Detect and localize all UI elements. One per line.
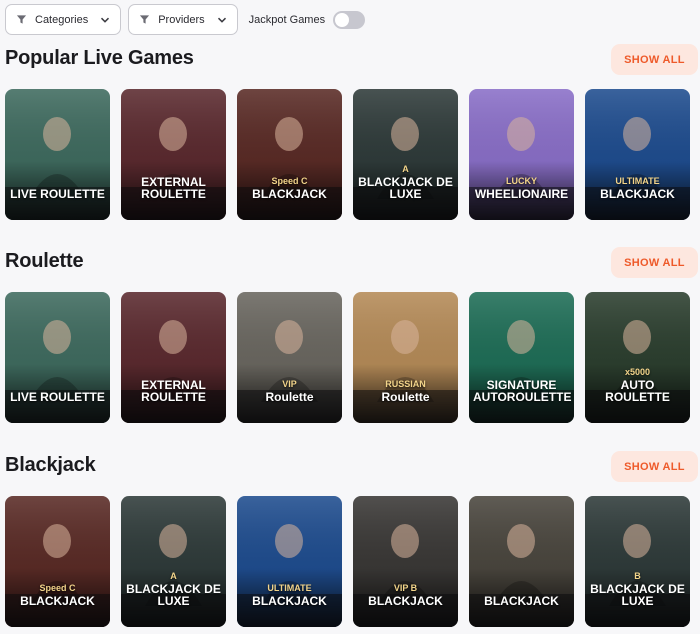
game-name: AUTO ROULETTE [605, 378, 670, 404]
game-title: ULTIMATE BLACKJACK [237, 582, 342, 607]
jackpot-label: Jackpot Games [248, 13, 326, 26]
providers-label: Providers [158, 13, 205, 26]
game-name: LIVE ROULETTE [10, 390, 105, 404]
categories-dropdown[interactable]: Categories [5, 4, 122, 35]
game-title: x5000 AUTO ROULETTE [585, 366, 690, 403]
game-subtitle: ULTIMATE [615, 176, 660, 186]
game-name: BLACKJACK [252, 594, 327, 608]
game-subtitle: VIP B [393, 583, 418, 593]
game-name: BLACKJACK DE LUXE [358, 175, 453, 201]
game-card[interactable]: A BLACKJACK DE LUXE [353, 89, 458, 220]
game-card[interactable]: VIP B BLACKJACK [353, 496, 458, 627]
game-card[interactable]: ULTIMATE BLACKJACK [237, 496, 342, 627]
game-subtitle: Speed C [271, 176, 308, 186]
game-name: BLACKJACK DE LUXE [126, 582, 221, 608]
game-title: ULTIMATE BLACKJACK [585, 175, 690, 200]
game-row: Speed C BLACKJACK A BLACKJACK DE LUXE ULTIMA… [5, 496, 690, 627]
game-name: EXTERNAL ROULETTE [141, 175, 206, 201]
game-row: LIVE ROULETTE EXTERNAL ROULETTE Speed C BLA… [5, 89, 690, 220]
jackpot-filter: Jackpot Games [248, 10, 366, 29]
game-title: EXTERNAL ROULETTE [121, 378, 226, 403]
show-all-button[interactable]: SHOW ALL [611, 247, 698, 278]
game-card[interactable]: x5000 AUTO ROULETTE [585, 292, 690, 423]
filter-icon [140, 15, 150, 24]
game-title: A BLACKJACK DE LUXE [353, 163, 458, 200]
game-subtitle: A [402, 164, 409, 174]
game-name: BLACKJACK [20, 594, 95, 608]
game-card[interactable]: VIP Roulette [237, 292, 342, 423]
game-name: WHEELIONAIRE [474, 187, 569, 201]
game-title: SIGNATURE AUTOROULETTE [469, 378, 574, 403]
game-subtitle: ULTIMATE [267, 583, 312, 593]
game-card[interactable]: LIVE ROULETTE [5, 89, 110, 220]
chevron-down-icon [101, 17, 110, 23]
game-subtitle: LUCKY [506, 176, 537, 186]
game-card[interactable]: ULTIMATE BLACKJACK [585, 89, 690, 220]
game-subtitle: Speed C [39, 583, 76, 593]
game-title: EXTERNAL ROULETTE [121, 175, 226, 200]
game-name: BLACKJACK [252, 187, 327, 201]
game-card[interactable]: LIVE ROULETTE [5, 292, 110, 423]
game-card[interactable]: B BLACKJACK DE LUXE [585, 496, 690, 627]
show-all-button[interactable]: SHOW ALL [611, 451, 698, 482]
game-card[interactable]: BLACKJACK [469, 496, 574, 627]
game-title: Speed C BLACKJACK [5, 582, 110, 607]
game-title: Speed C BLACKJACK [237, 175, 342, 200]
chevron-down-icon [217, 17, 226, 23]
game-name: BLACKJACK [484, 594, 559, 608]
show-all-button[interactable]: SHOW ALL [611, 44, 698, 75]
section-title: Blackjack [5, 454, 96, 476]
game-name: BLACKJACK [600, 187, 675, 201]
game-card[interactable]: LUCKY WHEELIONAIRE [469, 89, 574, 220]
game-card[interactable]: SIGNATURE AUTOROULETTE [469, 292, 574, 423]
game-card[interactable]: RUSSIAN Roulette [353, 292, 458, 423]
jackpot-toggle[interactable] [333, 10, 366, 29]
categories-label: Categories [35, 13, 89, 26]
section-title: Popular Live Games [5, 47, 194, 69]
game-subtitle: A [170, 571, 177, 581]
game-name: SIGNATURE AUTOROULETTE [473, 378, 572, 404]
game-card[interactable]: EXTERNAL ROULETTE [121, 292, 226, 423]
game-title: VIP Roulette [237, 378, 342, 403]
game-card[interactable]: EXTERNAL ROULETTE [121, 89, 226, 220]
providers-dropdown[interactable]: Providers [128, 4, 238, 35]
game-card[interactable]: Speed C BLACKJACK [237, 89, 342, 220]
game-title: B BLACKJACK DE LUXE [585, 570, 690, 607]
game-card[interactable]: Speed C BLACKJACK [5, 496, 110, 627]
game-subtitle: B [634, 571, 641, 581]
game-subtitle: x5000 [624, 367, 651, 377]
game-title: LIVE ROULETTE [5, 390, 110, 403]
filter-bar: Categories Providers Jackpot Games [5, 4, 366, 35]
game-name: LIVE ROULETTE [10, 187, 105, 201]
game-card[interactable]: A BLACKJACK DE LUXE [121, 496, 226, 627]
game-title: VIP B BLACKJACK [353, 582, 458, 607]
game-name: EXTERNAL ROULETTE [141, 378, 206, 404]
game-subtitle: RUSSIAN [385, 379, 426, 389]
game-name: Roulette [381, 390, 430, 404]
game-title: A BLACKJACK DE LUXE [121, 570, 226, 607]
game-subtitle: VIP [282, 379, 297, 389]
filter-icon [16, 15, 27, 24]
section-title: Roulette [5, 250, 84, 272]
game-row: LIVE ROULETTE EXTERNAL ROULETTE VIP Roulett… [5, 292, 690, 423]
game-name: BLACKJACK DE LUXE [590, 582, 685, 608]
game-name: Roulette [265, 390, 314, 404]
game-title: BLACKJACK [469, 594, 574, 607]
game-title: LUCKY WHEELIONAIRE [469, 175, 574, 200]
game-title: LIVE ROULETTE [5, 187, 110, 200]
game-name: BLACKJACK [368, 594, 443, 608]
game-title: RUSSIAN Roulette [353, 378, 458, 403]
